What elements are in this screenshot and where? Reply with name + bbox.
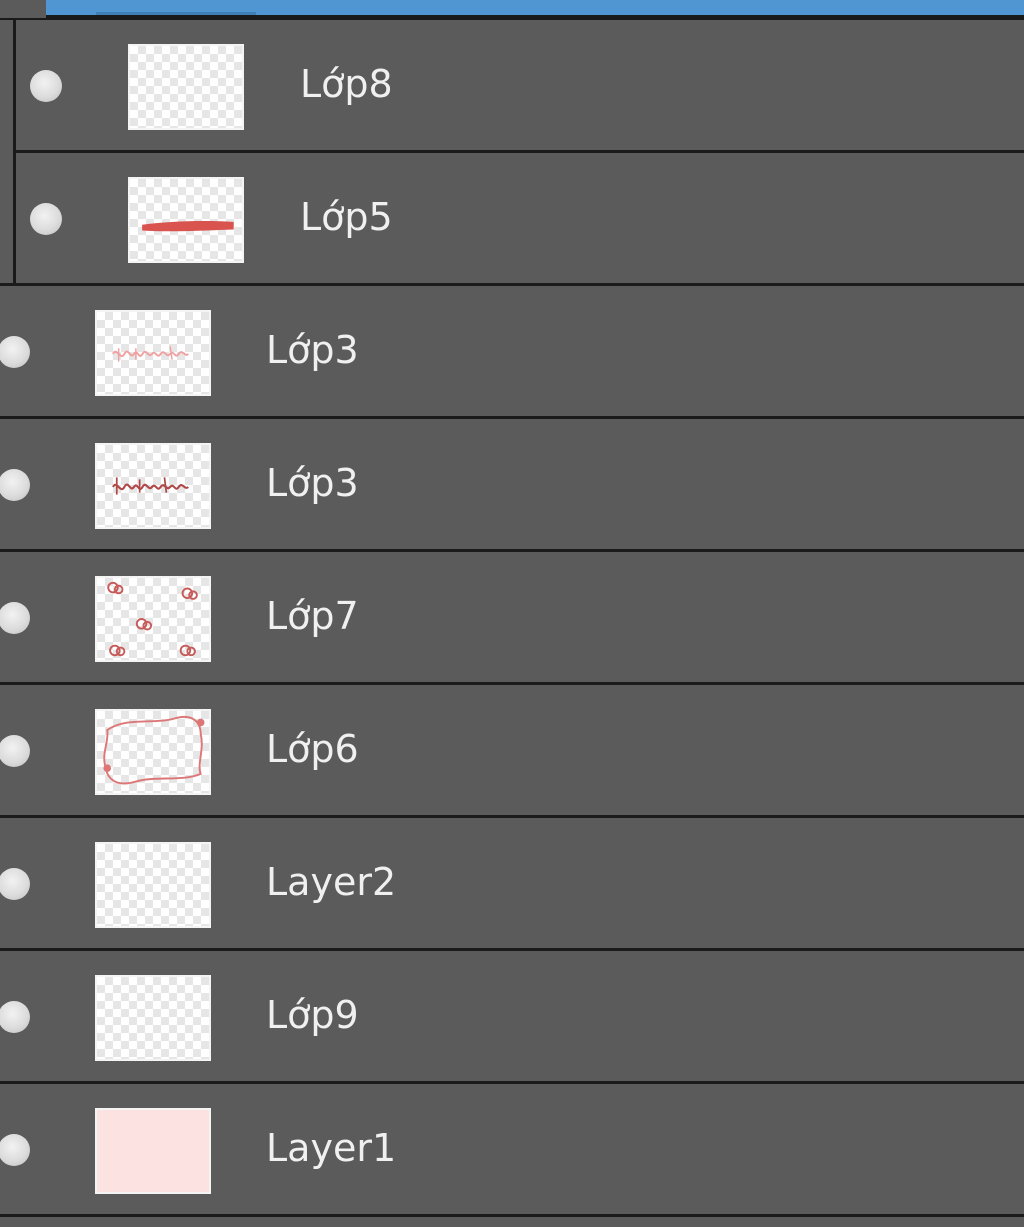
layer-thumbnail	[95, 709, 211, 795]
visibility-dot-icon[interactable]	[0, 602, 30, 634]
layer-name: Lớp9	[266, 993, 359, 1037]
layer-thumbnail	[95, 975, 211, 1061]
layer-name: Lớp7	[266, 594, 359, 638]
visibility-dot-icon[interactable]	[0, 469, 30, 501]
layer-thumbnail	[128, 44, 244, 130]
layers-panel: Lớp8 Lớp5 Lớp3 Lớp3 Lớp7 Lớp6 Layer2 Lớp…	[0, 0, 1024, 1227]
layer-name: Lớp8	[300, 62, 393, 106]
frame-doodle-thumbnail-art	[103, 716, 205, 785]
layer-row[interactable]: Lớp7	[0, 552, 1024, 682]
light-handwriting-thumbnail-art	[112, 346, 189, 362]
layer-name: Layer2	[266, 860, 397, 904]
layer-thumbnail	[95, 443, 211, 529]
layer-thumbnail	[95, 310, 211, 396]
layer-row[interactable]: Lớp9	[0, 951, 1024, 1081]
layer-thumbnail	[95, 1108, 211, 1194]
layer-name: Lớp3	[266, 328, 359, 372]
layer-row[interactable]: Layer1	[0, 1084, 1024, 1214]
layer-thumbnail	[95, 842, 211, 928]
layer-separator	[0, 1214, 1024, 1217]
visibility-dot-icon[interactable]	[0, 1134, 30, 1166]
selected-layer-edge	[0, 0, 1024, 20]
layer-thumbnail	[95, 576, 211, 662]
selected-layer-highlight[interactable]	[46, 0, 1024, 15]
layer-thumbnail	[128, 177, 244, 263]
layer-name: Lớp6	[266, 727, 359, 771]
visibility-dot-icon[interactable]	[0, 1001, 30, 1033]
layer-row[interactable]: Lớp3	[0, 419, 1024, 549]
red-stroke-thumbnail-art	[142, 220, 234, 232]
layer-row[interactable]: Lớp6	[0, 685, 1024, 815]
layer-name: Lớp3	[266, 461, 359, 505]
layer-row[interactable]: Layer2	[0, 818, 1024, 948]
layer-row[interactable]: Lớp3	[0, 286, 1024, 416]
layer-group-indent	[0, 20, 16, 286]
visibility-dot-icon[interactable]	[30, 203, 62, 235]
visibility-dot-icon[interactable]	[0, 735, 30, 767]
visibility-dot-icon[interactable]	[30, 70, 62, 102]
layer-name: Lớp5	[300, 195, 393, 239]
visibility-dot-icon[interactable]	[0, 336, 30, 368]
layer-row[interactable]: Lớp5	[16, 153, 1024, 283]
panel-tab-stub	[0, 0, 46, 18]
handwriting-thumbnail-art	[112, 477, 190, 495]
flower-doodles-thumbnail-art	[107, 581, 198, 657]
visibility-dot-icon[interactable]	[0, 868, 30, 900]
layer-row[interactable]: Lớp8	[16, 20, 1024, 150]
selected-layer-thumb-edge	[96, 12, 256, 15]
layer-name: Layer1	[266, 1126, 397, 1170]
